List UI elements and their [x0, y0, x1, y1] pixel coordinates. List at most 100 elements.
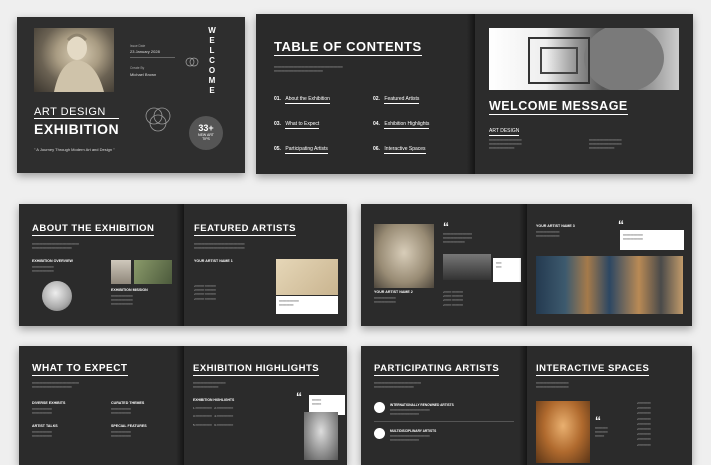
about-page: ABOUT THE EXHIBITION ━━━━━━━━━━━━━━━━━━━…: [19, 204, 183, 326]
toc-intro: ━━━━━━━━━━━━━━━━━━━━━━━━━━━━━━━━━━━━━━ ━━…: [274, 65, 343, 74]
title-rule: [34, 118, 119, 119]
about-mission-heading: EXHIBITION MISSION: [111, 288, 148, 292]
author-name: Michael Brown: [130, 72, 157, 77]
cover-title-line2: EXHIBITION: [34, 121, 120, 137]
expect-page: WHAT TO EXPECT ━━━━━━━━━━━━━━━━━━━━━━━━━…: [19, 346, 183, 465]
artists-spread[interactable]: “ ━━━━━━━━━━━━━━━━ ━━━━━━━━━━━━━━━━ ━━━━━━…: [361, 204, 692, 326]
interactive-list: •━━━━━━━ •━━━━━━━ •━━━━━━━ •━━━━━━━ •━━━━━━━…: [637, 401, 651, 447]
expect-item-3-body: ━━━━━━━━━━━ ━━━━━━━━━━━: [32, 430, 52, 439]
toc-num: 02.: [373, 96, 380, 102]
issue-date: 23 January 2028: [130, 49, 160, 54]
toc-num: 04.: [373, 121, 380, 127]
statues-painting-photo: [536, 256, 683, 314]
expect-highlights-spread[interactable]: WHAT TO EXPECT ━━━━━━━━━━━━━━━━━━━━━━━━━…: [19, 346, 347, 465]
welcome-body-left: ━━━━━━━━━━━━━━━━━━ ━━━━━━━━━━━━━━━━━━ ━━━━…: [489, 138, 522, 151]
highlights-title: EXHIBITION HIGHLIGHTS: [193, 363, 320, 376]
renaissance-portrait-photo: [374, 224, 434, 288]
participating-interactive-spread[interactable]: PARTICIPATING ARTISTS ━━━━━━━━━━━━━━━━━━…: [361, 346, 692, 465]
quote-mark-icon: “: [618, 218, 624, 232]
interactive-quote: ━━━━━━━ ━━━━━━━ ━━━━━: [595, 426, 608, 439]
expect-item-2: CURATED THEMES: [111, 401, 145, 405]
welcome-page: WELCOME MESSAGE ART DESIGN ━━━━━━━━━━━━━…: [475, 14, 693, 174]
about-overview-body: ━━━━━━━━━━━━ ━━━━━━━━━━━━: [32, 265, 54, 274]
circles-icon: [185, 57, 199, 67]
toc-label: Interactive Spaces: [384, 146, 426, 154]
welcome-body-right: ━━━━━━━━━━━━━━━━━━ ━━━━━━━━━━━━━━━━━━ ━━━━…: [589, 138, 622, 151]
artist-2-bio: ━━━━━━━━━━━━ ━━━━━━━━━━━━: [374, 296, 396, 305]
participating-row-2-body: ━━━━━━━━━━━━━━━━━━━━━━ ━━━━━━━━━━━━━━━━: [390, 434, 430, 443]
featured-title: FEATURED ARTISTS: [194, 223, 296, 236]
garden-photo: [134, 260, 172, 284]
david-statue-photo: [304, 412, 338, 460]
participating-row-2: MULTIDISCIPLINARY ARTISTS: [390, 429, 437, 433]
quote-box: ━━━━━━━━━━━ ━━━━━━━━: [276, 296, 338, 314]
rings-icon: [145, 107, 171, 132]
welcome-vertical-text: WELCOME: [208, 26, 216, 95]
toc-page: TABLE OF CONTENTS ━━━━━━━━━━━━━━━━━━━━━━…: [256, 14, 474, 174]
expect-item-4: SPECIAL FEATURES: [111, 424, 147, 428]
row-divider: [374, 421, 514, 422]
quote-mark-icon: “: [296, 390, 302, 404]
toc-item-4[interactable]: 04. Exhibition Highlights: [373, 112, 430, 130]
toc-label: What to Expect: [285, 121, 320, 129]
artist-name-2: YOUR ARTIST NAME 2: [374, 290, 413, 294]
artist-3-bio: ━━━━━━━━━━━━━ ━━━━━━━━━━━━━: [536, 230, 560, 239]
toc-welcome-spread[interactable]: TABLE OF CONTENTS ━━━━━━━━━━━━━━━━━━━━━━…: [256, 14, 693, 174]
artist-2-photo-small: [443, 254, 491, 280]
toc-item-5[interactable]: 05. Participating Artists: [274, 137, 328, 155]
artist-3-page: YOUR ARTIST NAME 3 ━━━━━━━━━━━━━ ━━━━━━━━…: [527, 204, 692, 326]
interactive-intro: ━━━━━━━━━━━━━━━━━━ ━━━━━━━━━━━━━━━━━━: [536, 381, 569, 390]
palette-icon: [374, 428, 385, 439]
statue-face-photo: [489, 28, 679, 90]
badge-line2: TIPS: [202, 137, 210, 141]
participating-row-1-body: ━━━━━━━━━━━━━━━━━━━━━━ ━━━━━━━━━━━━━━━━: [390, 408, 430, 417]
participating-page: PARTICIPATING ARTISTS ━━━━━━━━━━━━━━━━━━…: [361, 346, 526, 465]
highlights-subheading: EXHIBITION HIGHLIGHTS: [193, 398, 235, 402]
artist-name-1: YOUR ARTIST NAME 1: [194, 259, 233, 263]
toc-item-1[interactable]: 01. About the Exhibition: [274, 87, 330, 105]
participating-row-1: INTERNATIONALLY RENOWNED ARTISTS: [390, 403, 454, 407]
interactive-page: INTERACTIVE SPACES ━━━━━━━━━━━━━━━━━━ ━━━…: [527, 346, 692, 465]
highlights-list: 1.━━━━━━━━━ 2.━━━━━━━━━ 3.━━━━━━━━━ 4.━━━…: [193, 406, 234, 427]
toc-label: About the Exhibition: [285, 96, 330, 104]
expect-intro: ━━━━━━━━━━━━━━━━━━━━━━━━━━ ━━━━━━━━━━━━━━…: [32, 381, 79, 390]
cover-tagline: " A Journey Through Modern Art and Desig…: [34, 147, 115, 152]
toc-item-3[interactable]: 03. What to Expect: [274, 112, 320, 130]
expect-item-3: ARTIST TALKS: [32, 424, 58, 428]
highlights-intro: ━━━━━━━━━━━━━━━━━━ ━━━━━━━━━━━━━━: [193, 381, 226, 390]
toc-item-2[interactable]: 02. Featured Artists: [373, 87, 420, 105]
created-by-label: Create By: [130, 66, 145, 70]
interactive-title: INTERACTIVE SPACES: [536, 363, 650, 376]
about-featured-spread[interactable]: ABOUT THE EXHIBITION ━━━━━━━━━━━━━━━━━━━…: [19, 204, 347, 326]
cover-title-line1: ART DESIGN: [34, 106, 106, 118]
toc-num: 01.: [274, 96, 281, 102]
goddess-painting-photo: [536, 401, 590, 463]
expect-item-2-body: ━━━━━━━━━━━ ━━━━━━━━━━━: [111, 407, 131, 416]
artist-2-page: “ ━━━━━━━━━━━━━━━━ ━━━━━━━━━━━━━━━━ ━━━━━━…: [361, 204, 526, 326]
toc-num: 03.: [274, 121, 281, 127]
participating-intro: ━━━━━━━━━━━━━━━━━━━━━━━━━━ ━━━━━━━━━━━━━━…: [374, 381, 421, 390]
welcome-title: WELCOME MESSAGE: [489, 99, 628, 115]
globe-icon: [374, 402, 385, 413]
sketch-portrait-photo: [276, 259, 338, 295]
toc-item-6[interactable]: 06. Interactive Spaces: [373, 137, 426, 155]
artist-1-details: •━━━━━ ━━━━━━ •━━━━━ ━━━━━━ •━━━━━ ━━━━━━ •…: [194, 284, 216, 301]
cover-page[interactable]: Issue Date 23 January 2028 Create By Mic…: [17, 17, 245, 173]
about-mission-body: ━━━━━━━━━━━━ ━━━━━━━━━━━━ ━━━━━━━━━━━━: [111, 294, 133, 307]
highlights-page: EXHIBITION HIGHLIGHTS ━━━━━━━━━━━━━━━━━━…: [184, 346, 347, 465]
issue-date-label: Issue Date: [130, 44, 146, 48]
toc-label: Exhibition Highlights: [384, 121, 430, 129]
toc-label: Participating Artists: [285, 146, 328, 154]
artist-2-details: •━━━━ ━━━━━━ •━━━━ ━━━━━━ •━━━━ ━━━━━━ •━━━…: [443, 290, 463, 307]
artist-name-3: YOUR ARTIST NAME 3: [536, 224, 575, 228]
participating-title: PARTICIPATING ARTISTS: [374, 363, 500, 376]
coin-photo: [42, 281, 72, 311]
toc-num: 05.: [274, 146, 281, 152]
expect-item-1-body: ━━━━━━━━━━━ ━━━━━━━━━━━: [32, 407, 52, 416]
tips-badge: 33+ NEW ART TIPS: [189, 116, 223, 150]
artist-2-quote: ━━━━━━━━━━━━━━━━ ━━━━━━━━━━━━━━━━ ━━━━━━━━…: [443, 232, 472, 245]
bust-photo: [111, 260, 131, 284]
toc-num: 06.: [373, 146, 380, 152]
badge-number: 33+: [198, 123, 214, 133]
expect-title: WHAT TO EXPECT: [32, 363, 128, 376]
